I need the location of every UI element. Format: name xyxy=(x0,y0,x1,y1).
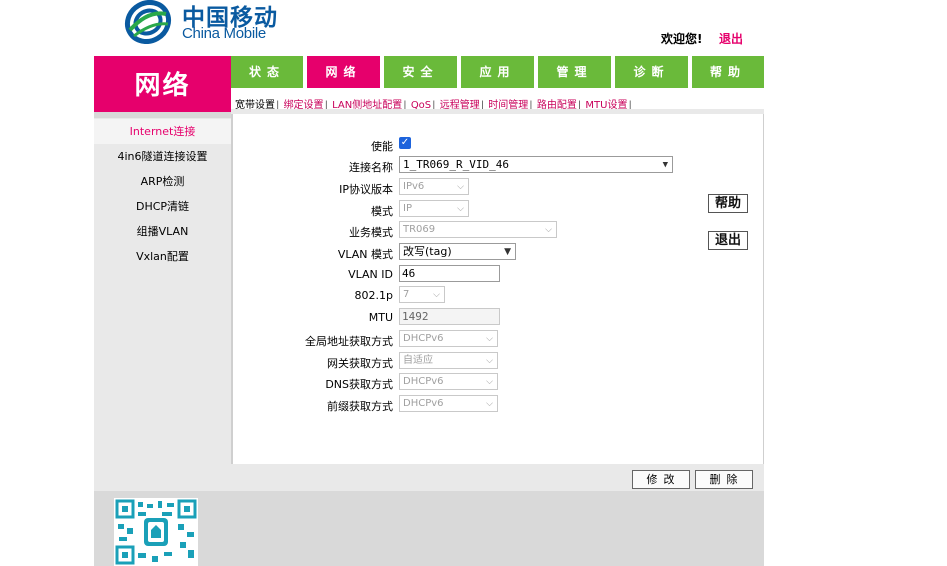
row-enable: 使能 ✓ xyxy=(233,135,766,155)
chevron-down-icon: ⌵ xyxy=(457,204,464,214)
tab-application[interactable]: 应用 xyxy=(461,56,534,88)
sidebar-item-arp[interactable]: ARP检测 xyxy=(94,169,231,194)
prefix-value: DHCPv6 xyxy=(403,398,444,409)
tab-status[interactable]: 状态 xyxy=(231,56,303,88)
global-address-value: DHCPv6 xyxy=(403,333,444,344)
connection-name-select[interactable]: 1_TR069_R_VID_46 ▼ xyxy=(399,156,673,173)
row-connection-name: 连接名称 1_TR069_R_VID_46 ▼ xyxy=(233,156,766,176)
prefix-label: 前缀获取方式 xyxy=(327,400,393,413)
chevron-down-icon: ⌵ xyxy=(433,290,440,300)
gateway-value: 自适应 xyxy=(403,355,433,366)
tab-security[interactable]: 安全 xyxy=(384,56,457,88)
sidebar-item-internet[interactable]: Internet连接 xyxy=(94,119,231,144)
vlan-id-input[interactable]: 46 xyxy=(399,265,500,282)
row-vlan-id: VLAN ID 46 xyxy=(233,265,766,285)
chevron-down-icon: ⌵ xyxy=(486,334,493,344)
tab-network[interactable]: 网络 xyxy=(307,56,380,88)
sidebar-item-vxlan[interactable]: Vxlan配置 xyxy=(94,244,231,269)
chevron-down-icon: ▼ xyxy=(662,160,668,170)
chevron-down-icon: ⌵ xyxy=(486,377,493,387)
row-prefix: 前缀获取方式 DHCPv6 ⌵ xyxy=(233,395,766,415)
dns-label: DNS获取方式 xyxy=(325,378,393,391)
gateway-label: 网关获取方式 xyxy=(327,357,393,370)
row-mode: 模式 IP ⌵ xyxy=(233,200,766,220)
service-mode-label: 业务模式 xyxy=(349,226,393,239)
dns-select: DHCPv6 ⌵ xyxy=(399,373,498,390)
tab-diagnose[interactable]: 诊断 xyxy=(615,56,688,88)
row-ip-version: IP协议版本 IPv6 ⌵ xyxy=(233,178,766,198)
row-8021p: 802.1p 7 ⌵ xyxy=(233,286,766,306)
delete-button[interactable]: 删除 xyxy=(695,470,753,489)
8021p-value: 7 xyxy=(403,289,410,300)
sidebar-top-strip xyxy=(94,112,231,118)
mtu-label: MTU xyxy=(368,311,393,324)
logout-link[interactable]: 退出 xyxy=(719,30,743,47)
8021p-select: 7 ⌵ xyxy=(399,286,445,303)
modify-button[interactable]: 修改 xyxy=(632,470,690,489)
enable-checkbox[interactable]: ✓ xyxy=(399,137,411,149)
ip-version-value: IPv6 xyxy=(403,181,425,192)
sidebar-item-dhcp[interactable]: DHCP清链 xyxy=(94,194,231,219)
gateway-select: 自适应 ⌵ xyxy=(399,352,498,369)
main-nav: 状态 网络 安全 应用 管理 诊断 帮助 xyxy=(231,56,764,88)
china-mobile-logo: 中国移动 China Mobile xyxy=(124,0,284,46)
chevron-down-icon: ⌵ xyxy=(486,399,493,409)
mtu-input: 1492 xyxy=(399,308,500,325)
row-mtu: MTU 1492 xyxy=(233,308,766,328)
chevron-down-icon: ⌵ xyxy=(545,225,552,235)
china-mobile-logo-icon xyxy=(124,0,172,44)
qr-code-icon xyxy=(114,498,198,566)
action-bar: 修改 删除 xyxy=(94,464,764,491)
connection-name-label: 连接名称 xyxy=(349,161,393,174)
service-mode-select: TR069 ⌵ xyxy=(399,221,557,238)
mode-value: IP xyxy=(403,203,412,214)
section-title: 网络 xyxy=(94,56,231,112)
help-button[interactable]: 帮助 xyxy=(708,194,748,213)
sidebar: Internet连接 4in6隧道连接设置 ARP检测 DHCP清链 组播VLA… xyxy=(94,112,231,464)
tab-management[interactable]: 管理 xyxy=(538,56,611,88)
footer xyxy=(94,491,764,566)
ip-version-label: IP协议版本 xyxy=(339,183,393,196)
enable-label: 使能 xyxy=(371,140,393,153)
vlan-mode-select[interactable]: 改写(tag) ▼ xyxy=(399,243,516,260)
row-service-mode: 业务模式 TR069 ⌵ xyxy=(233,221,766,241)
tab-help[interactable]: 帮助 xyxy=(692,56,764,88)
global-address-label: 全局地址获取方式 xyxy=(305,335,393,348)
dns-value: DHCPv6 xyxy=(403,376,444,387)
chevron-down-icon: ▼ xyxy=(504,247,511,257)
chevron-down-icon: ⌵ xyxy=(457,182,464,192)
brand-english: China Mobile xyxy=(182,25,266,42)
sub-nav: 宽带设置| 绑定设置| LAN侧地址配置| QoS| 远程管理| 时间管理| 路… xyxy=(235,100,632,111)
content-panel: 使能 ✓ 连接名称 1_TR069_R_VID_46 ▼ IP协议版本 IPv6… xyxy=(231,114,764,464)
row-global-address: 全局地址获取方式 DHCPv6 ⌵ xyxy=(233,330,766,350)
ip-version-select: IPv6 ⌵ xyxy=(399,178,469,195)
row-dns: DNS获取方式 DHCPv6 ⌵ xyxy=(233,373,766,393)
vlan-mode-value: 改写(tag) xyxy=(403,245,452,258)
sidebar-item-multicast-vlan[interactable]: 组播VLAN xyxy=(94,219,231,244)
connection-name-value: 1_TR069_R_VID_46 xyxy=(403,158,509,171)
row-gateway: 网关获取方式 自适应 ⌵ xyxy=(233,352,766,372)
chevron-down-icon: ⌵ xyxy=(486,356,493,366)
row-vlan-mode: VLAN 模式 改写(tag) ▼ xyxy=(233,243,766,263)
prefix-select: DHCPv6 ⌵ xyxy=(399,395,498,412)
vlan-id-label: VLAN ID xyxy=(348,268,393,281)
exit-button[interactable]: 退出 xyxy=(708,231,748,250)
8021p-label: 802.1p xyxy=(354,289,393,302)
vlan-mode-label: VLAN 模式 xyxy=(337,248,393,261)
sidebar-item-4in6[interactable]: 4in6隧道连接设置 xyxy=(94,144,231,169)
mode-select: IP ⌵ xyxy=(399,200,469,217)
welcome-text: 欢迎您! xyxy=(661,32,703,46)
mode-label: 模式 xyxy=(371,205,393,218)
service-mode-value: TR069 xyxy=(403,224,436,235)
global-address-select: DHCPv6 ⌵ xyxy=(399,330,498,347)
